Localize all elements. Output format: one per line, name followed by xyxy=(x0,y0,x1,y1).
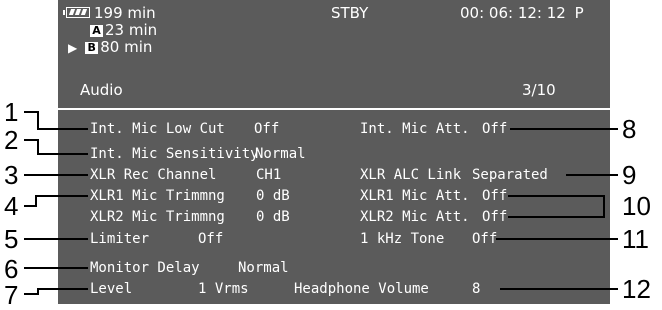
callout-number-1: 1 xyxy=(4,97,19,127)
callout-line-10 xyxy=(508,195,605,218)
callout-line-1 xyxy=(24,111,88,130)
callout-number-8: 8 xyxy=(622,114,637,144)
callout-number-3: 3 xyxy=(4,160,19,190)
callout-lines xyxy=(24,111,618,295)
callout-number-10: 10 xyxy=(622,191,651,221)
callout-number-7: 7 xyxy=(4,280,19,310)
callout-line-4 xyxy=(24,195,88,207)
callout-line-2 xyxy=(24,139,88,155)
callout-line-7 xyxy=(24,288,88,295)
callout-number-12: 12 xyxy=(622,274,651,304)
callout-number-2: 2 xyxy=(4,125,19,155)
callout-number-6: 6 xyxy=(4,254,19,284)
callout-number-4: 4 xyxy=(4,191,19,221)
callout-number-5: 5 xyxy=(4,224,19,254)
callout-number-9: 9 xyxy=(622,160,637,190)
callout-number-11: 11 xyxy=(622,224,649,254)
